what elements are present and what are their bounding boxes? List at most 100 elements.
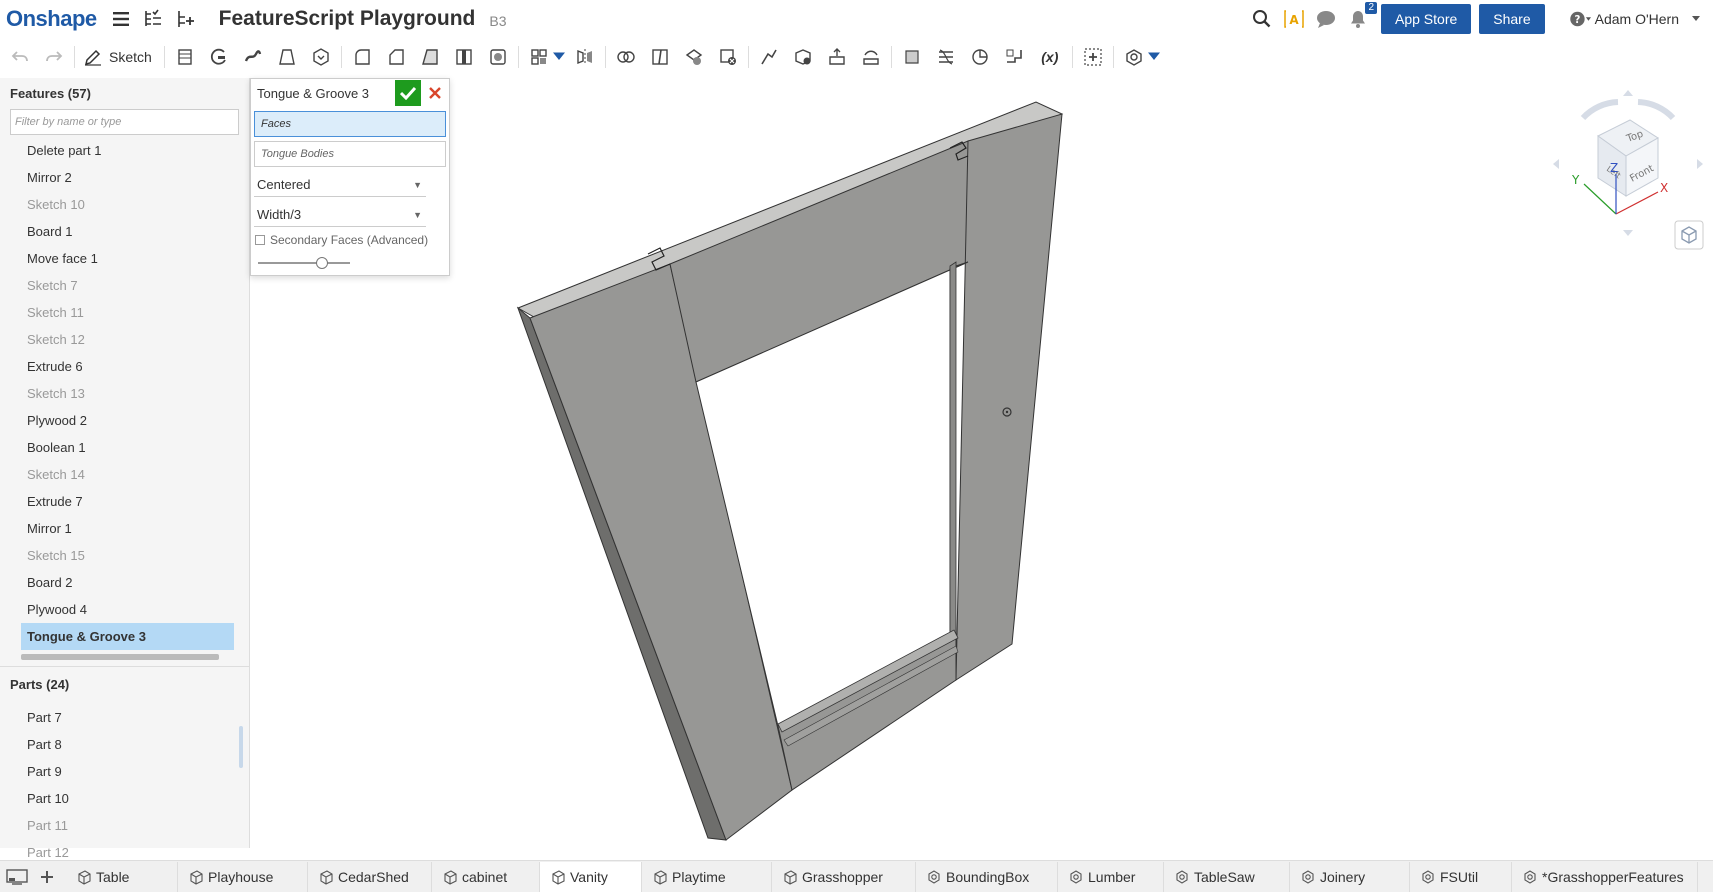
add-tab-icon[interactable] bbox=[34, 864, 60, 890]
pattern-dropdown-icon[interactable] bbox=[552, 43, 565, 71]
variable-studio-icon[interactable]: A bbox=[1283, 8, 1305, 30]
extrude-icon[interactable] bbox=[171, 43, 199, 71]
feature-item[interactable]: Sketch 15 bbox=[0, 542, 249, 569]
view-options-icon[interactable] bbox=[1674, 220, 1704, 250]
shell-icon[interactable] bbox=[484, 43, 512, 71]
onshape-logo[interactable]: Onshape bbox=[6, 6, 97, 32]
tab-table[interactable]: Table bbox=[66, 861, 178, 892]
feature-item[interactable]: Sketch 10 bbox=[0, 191, 249, 218]
app-store-button[interactable]: App Store bbox=[1381, 4, 1472, 34]
part-item[interactable]: Part 8 bbox=[0, 731, 249, 758]
revolve-icon[interactable] bbox=[205, 43, 233, 71]
graphics-viewport[interactable] bbox=[250, 76, 1713, 856]
rotate-up-icon[interactable] bbox=[1623, 90, 1633, 96]
feature-item[interactable]: Sketch 11 bbox=[0, 299, 249, 326]
insert-feature-icon[interactable] bbox=[175, 8, 197, 30]
tab-fsutil[interactable]: FSUtil bbox=[1410, 861, 1512, 892]
feature-item[interactable]: Move face 1 bbox=[0, 245, 249, 272]
undo-icon[interactable] bbox=[6, 43, 34, 71]
replace-face-icon[interactable] bbox=[857, 43, 885, 71]
tab-vanity[interactable]: Vanity bbox=[540, 861, 642, 892]
fillet-icon[interactable] bbox=[348, 43, 376, 71]
part-item[interactable]: Part 11 bbox=[0, 812, 249, 839]
feature-item[interactable]: Boolean 1 bbox=[0, 434, 249, 461]
width-select[interactable]: Width/3 ▼ bbox=[254, 203, 426, 227]
accept-button[interactable] bbox=[395, 80, 421, 106]
redo-icon[interactable] bbox=[40, 43, 68, 71]
helix-icon[interactable] bbox=[932, 43, 960, 71]
cabinet-door-model[interactable] bbox=[250, 76, 1713, 856]
tab-cedarshed[interactable]: CedarShed bbox=[308, 861, 432, 892]
rotate-down-icon[interactable] bbox=[1623, 230, 1633, 236]
split-icon[interactable] bbox=[646, 43, 674, 71]
feature-list-icon[interactable] bbox=[143, 8, 165, 30]
curve-icon[interactable] bbox=[966, 43, 994, 71]
feature-item[interactable]: Tongue & Groove 3 bbox=[21, 623, 234, 650]
custom-features-icon[interactable] bbox=[1120, 43, 1148, 71]
share-button[interactable]: Share bbox=[1479, 4, 1545, 34]
rotate-right-icon[interactable] bbox=[1697, 159, 1703, 169]
pattern-icon[interactable] bbox=[525, 43, 553, 71]
feature-item[interactable]: Board 2 bbox=[0, 569, 249, 596]
sketch-button[interactable]: Sketch bbox=[83, 47, 152, 67]
feature-item[interactable]: Mirror 2 bbox=[0, 164, 249, 191]
menu-icon[interactable] bbox=[111, 8, 133, 30]
part-item[interactable]: Part 10 bbox=[0, 785, 249, 812]
search-icon[interactable] bbox=[1251, 8, 1273, 30]
modify-fillet-icon[interactable] bbox=[755, 43, 783, 71]
alignment-select[interactable]: Centered ▼ bbox=[254, 173, 426, 197]
part-item[interactable]: Part 7 bbox=[0, 704, 249, 731]
custom-features-dropdown-icon[interactable] bbox=[1147, 43, 1160, 71]
move-face-icon[interactable] bbox=[823, 43, 851, 71]
variable-icon[interactable]: (x) bbox=[1034, 43, 1066, 71]
horizontal-scrollbar[interactable] bbox=[21, 654, 219, 660]
feature-item[interactable]: Delete part 1 bbox=[0, 137, 249, 164]
comments-icon[interactable] bbox=[1315, 8, 1337, 30]
feature-item[interactable]: Sketch 14 bbox=[0, 461, 249, 488]
delete-face-icon[interactable] bbox=[789, 43, 817, 71]
loft-icon[interactable] bbox=[273, 43, 301, 71]
feature-item[interactable]: Sketch 7 bbox=[0, 272, 249, 299]
transform-icon[interactable] bbox=[680, 43, 708, 71]
part-item[interactable]: Part 9 bbox=[0, 758, 249, 785]
tab-grasshopper[interactable]: Grasshopper bbox=[772, 861, 916, 892]
delete-part-icon[interactable] bbox=[714, 43, 742, 71]
user-menu[interactable]: Adam O'Hern bbox=[1595, 11, 1679, 27]
feature-item[interactable]: Sketch 12 bbox=[0, 326, 249, 353]
boolean-icon[interactable] bbox=[612, 43, 640, 71]
feature-filter-input[interactable]: Filter by name or type bbox=[10, 109, 239, 135]
chevron-down-icon[interactable] bbox=[1685, 8, 1707, 30]
secondary-faces-checkbox[interactable]: Secondary Faces (Advanced) bbox=[255, 233, 445, 247]
tab-playhouse[interactable]: Playhouse bbox=[178, 861, 308, 892]
tab-tablesaw[interactable]: TableSaw bbox=[1164, 861, 1290, 892]
preview-slider[interactable] bbox=[258, 257, 350, 269]
faces-field[interactable]: Faces bbox=[254, 111, 446, 137]
sweep-icon[interactable] bbox=[239, 43, 267, 71]
sheet-metal-icon[interactable] bbox=[1000, 43, 1028, 71]
draft-icon[interactable] bbox=[416, 43, 444, 71]
tab-grasshopperfeatures[interactable]: *GrasshopperFeatures bbox=[1512, 861, 1698, 892]
tongue-bodies-field[interactable]: Tongue Bodies bbox=[254, 141, 446, 167]
rotate-arrow-right-icon[interactable] bbox=[1637, 99, 1676, 121]
tab-manager-icon[interactable] bbox=[4, 864, 30, 890]
plane-icon[interactable] bbox=[898, 43, 926, 71]
feature-item[interactable]: Plywood 2 bbox=[0, 407, 249, 434]
rotate-arrow-left-icon[interactable] bbox=[1580, 99, 1619, 121]
feature-item[interactable]: Sketch 13 bbox=[0, 380, 249, 407]
feature-item[interactable]: Mirror 1 bbox=[0, 515, 249, 542]
checkbox-box[interactable] bbox=[255, 235, 265, 245]
help-icon[interactable]: ? bbox=[1569, 8, 1591, 30]
right-stile-front-face[interactable] bbox=[955, 113, 1063, 681]
mirror-icon[interactable] bbox=[571, 43, 599, 71]
feature-item[interactable]: Extrude 6 bbox=[0, 353, 249, 380]
feature-item[interactable]: Board 1 bbox=[0, 218, 249, 245]
chamfer-icon[interactable] bbox=[382, 43, 410, 71]
rib-icon[interactable] bbox=[450, 43, 478, 71]
thicken-icon[interactable] bbox=[307, 43, 335, 71]
cancel-button[interactable] bbox=[425, 80, 445, 106]
notifications-icon[interactable]: 2 bbox=[1347, 2, 1377, 30]
document-title[interactable]: FeatureScript Playground bbox=[219, 7, 476, 31]
add-custom-feature-icon[interactable] bbox=[1079, 43, 1107, 71]
rotate-left-icon[interactable] bbox=[1553, 159, 1559, 169]
tab-lumber[interactable]: Lumber bbox=[1058, 861, 1164, 892]
